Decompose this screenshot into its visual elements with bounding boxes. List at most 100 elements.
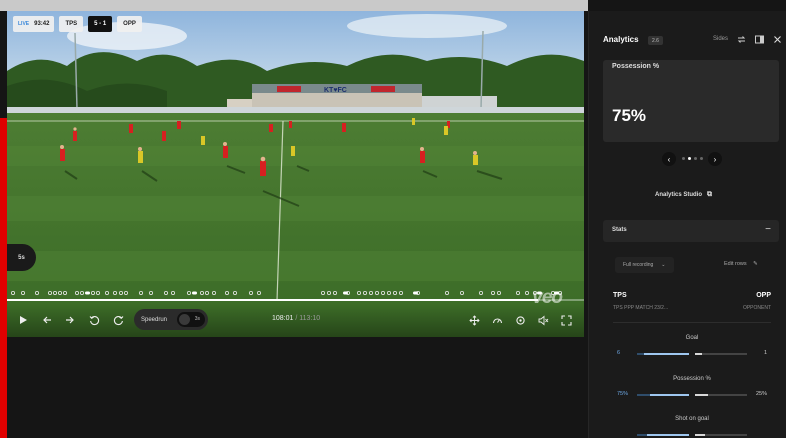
skip-5s-button[interactable]: 5s (7, 244, 36, 271)
speedrun-toggle[interactable]: 3s (177, 312, 205, 327)
sides-label: Sides (713, 36, 729, 42)
stat-away-value: 25% (755, 391, 767, 397)
swap-icon (737, 36, 746, 43)
stat-home-bar (637, 394, 689, 396)
chevron-down-icon: ⌄ (661, 262, 666, 268)
close-icon (774, 36, 781, 43)
stat-home-bar (637, 353, 689, 355)
pager-dot[interactable] (682, 157, 685, 160)
player-controls: Speedrun 3s 108:01 / 113:10 (7, 304, 584, 337)
top-strip (0, 0, 588, 11)
speedrun-label: Speedrun (141, 316, 168, 323)
swap-sides-button[interactable] (737, 35, 746, 46)
panel-header: Analytics 2.6 Sides (603, 35, 783, 47)
timecode: 108:01 / 113:10 (272, 315, 321, 322)
stat-row: Shot on goal (613, 416, 771, 438)
speedrun-control[interactable]: Speedrun 3s (134, 309, 208, 330)
pager-prev-button[interactable]: ‹ (662, 152, 676, 166)
away-team-subtitle: OPPONENT (742, 305, 771, 311)
pencil-icon: ✎ (753, 261, 758, 267)
pager-dot[interactable] (700, 157, 703, 160)
rewind-icon (89, 315, 99, 325)
stat-row: Possession % 75% 25% (613, 376, 771, 404)
chevron-left-icon: ‹ (667, 154, 671, 164)
rewind-button[interactable] (87, 313, 101, 327)
away-team-label: OPP (117, 16, 142, 32)
progress-fill (7, 299, 538, 301)
move-icon (468, 314, 480, 326)
match-clock: LIVE 93:42 (13, 16, 55, 32)
analytics-studio-link[interactable]: Analytics Studio ⧉ (655, 191, 712, 199)
card-pager: ‹ › (662, 152, 722, 166)
app-root: KT♥FC LIVE 93:42 TPS 5 - 1 OPP 5s veo Sp… (0, 0, 786, 438)
stat-name: Possession % (673, 376, 711, 382)
pager-dots (682, 157, 703, 160)
scoreboard: LIVE 93:42 TPS 5 - 1 OPP (13, 16, 142, 32)
speed-button[interactable] (490, 313, 504, 327)
stat-home-value: 75% (617, 391, 629, 397)
stat-away-bar (695, 434, 747, 436)
current-time: 108:01 (272, 315, 294, 322)
edit-rows-label: Edit rows (724, 261, 747, 267)
collapse-icon[interactable]: − (765, 224, 771, 235)
fullscreen-icon (560, 314, 572, 326)
panel-badge: 2.6 (648, 36, 663, 45)
stats-label: Stats (612, 227, 627, 233)
next-button[interactable] (63, 313, 77, 327)
possession-card[interactable]: Possession % 75% (603, 60, 779, 142)
home-team-label: TPS (59, 16, 84, 32)
svg-text:KT♥FC: KT♥FC (324, 87, 347, 94)
stat-row: Goal 6 1 (613, 335, 771, 363)
home-team-name: TPS (613, 292, 627, 299)
play-icon (20, 316, 27, 324)
toggle-knob (179, 314, 190, 325)
recording-filter-select[interactable]: Full recording ⌄ (615, 257, 674, 273)
pager-dot-active[interactable] (688, 157, 691, 160)
pan-button[interactable] (467, 313, 481, 327)
previous-button[interactable] (40, 313, 54, 327)
away-team-name: OPP (756, 292, 771, 299)
live-indicator: LIVE (18, 21, 30, 27)
pager-next-button[interactable]: › (708, 152, 722, 166)
stat-home-value: 6 (617, 350, 621, 356)
chevron-right-icon: › (713, 154, 717, 164)
possession-value: 75% (612, 106, 647, 125)
possession-label: Possession % (612, 63, 660, 70)
progress-bar[interactable] (7, 299, 584, 301)
left-accent-strip (0, 118, 7, 438)
speedrun-toggle-value: 3s (194, 316, 200, 322)
event-markers[interactable] (7, 288, 584, 298)
volume-muted-icon (538, 315, 548, 325)
speedometer-icon (492, 317, 502, 323)
studio-label: Analytics Studio (655, 192, 703, 198)
forward-button[interactable] (111, 313, 125, 327)
external-link-icon: ⧉ (707, 191, 713, 198)
score-label: 5 - 1 (88, 16, 113, 32)
arrow-left-icon (43, 316, 51, 324)
team-header: TPS OPP TPS PPP MATCH 23/2... OPPONENT (613, 292, 771, 314)
video-player[interactable]: KT♥FC LIVE 93:42 TPS 5 - 1 OPP 5s veo Sp… (7, 11, 584, 337)
arrow-right-icon (66, 316, 74, 324)
stat-home-fill (644, 353, 689, 355)
stat-home-fill (650, 394, 689, 396)
edit-rows-button[interactable]: Edit rows ✎ (724, 261, 758, 267)
stat-away-fill (695, 434, 706, 436)
pager-dot[interactable] (694, 157, 697, 160)
dock-panel-button[interactable] (755, 35, 764, 46)
total-time: 113:10 (299, 315, 321, 322)
home-team-subtitle: TPS PPP MATCH 23/2... (613, 305, 669, 311)
volume-button[interactable] (536, 313, 550, 327)
play-button[interactable] (16, 313, 30, 327)
stat-name: Goal (685, 335, 699, 341)
clock-text: 93:42 (34, 21, 50, 27)
stat-away-bar (695, 394, 747, 396)
settings-button[interactable] (513, 313, 527, 327)
fullscreen-button[interactable] (559, 313, 573, 327)
analytics-panel: Analytics 2.6 Sides Possession % 75% ‹ ›… (588, 11, 786, 438)
stat-name: Shot on goal (675, 416, 709, 422)
stat-away-value: 1 (763, 350, 767, 356)
close-panel-button[interactable] (773, 35, 782, 46)
stats-section-header[interactable]: Stats − (603, 220, 779, 242)
stat-home-fill (647, 434, 689, 436)
stat-away-fill (695, 353, 703, 355)
